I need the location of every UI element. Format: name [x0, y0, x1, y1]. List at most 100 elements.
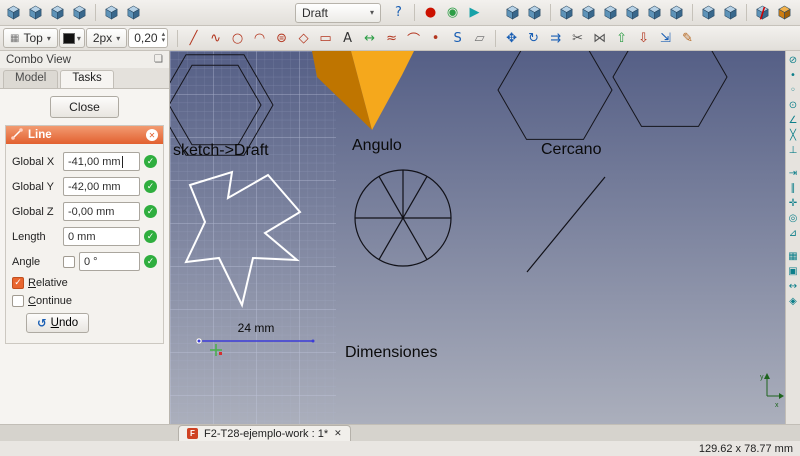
global-x-input[interactable]: -41,00 mm [63, 152, 140, 171]
valid-check-icon: ✓ [144, 155, 157, 168]
view-rotate-right-icon[interactable] [720, 2, 741, 23]
line-width-selector[interactable]: 2px ▾ [85, 28, 128, 48]
length-input[interactable]: 0 mm [63, 227, 140, 246]
global-z-input[interactable]: -0,00 mm [63, 202, 140, 221]
tasks-panel: Close Line ✕ Global X -41,00 mm ✓ Global… [0, 89, 169, 424]
panel-float-icon[interactable]: ❏ [154, 54, 163, 65]
label-dimensiones[interactable]: Dimensiones [345, 344, 437, 361]
view-texture-icon[interactable] [774, 2, 795, 23]
whats-this-icon[interactable]: ? [388, 2, 409, 23]
draft-shapestring-icon[interactable]: S [447, 28, 468, 49]
view-top-icon[interactable] [47, 2, 68, 23]
snap-perpendicular-icon[interactable]: ⊥ [787, 144, 800, 157]
draft-dimension-icon[interactable]: ↔ [359, 28, 380, 49]
label-angulo[interactable]: Angulo [352, 137, 402, 154]
snap-angle-icon[interactable]: ∠ [787, 114, 800, 127]
draft-ellipse-icon[interactable]: ⊜ [271, 28, 292, 49]
angle-input[interactable]: 0 ° [79, 252, 140, 271]
angle-lock-checkbox[interactable] [63, 255, 75, 268]
snap-intersection-icon[interactable]: ╳ [787, 129, 800, 142]
draft-bezier-icon[interactable]: ⌒ [403, 28, 424, 49]
draft-point-icon[interactable]: • [425, 28, 446, 49]
std-view-front-icon[interactable] [556, 2, 577, 23]
snap-parallel-icon[interactable]: ∥ [787, 182, 800, 195]
view-rotate-left-icon[interactable] [698, 2, 719, 23]
draft-facebinder-icon[interactable]: ▱ [469, 28, 490, 49]
draft-rotate-icon[interactable]: ↻ [523, 28, 544, 49]
scale-value: 0,20 [134, 31, 158, 45]
snap-midpoint-icon[interactable]: ◦ [787, 84, 800, 97]
draft-scale-icon[interactable]: ⇲ [655, 28, 676, 49]
snap-ortho-icon[interactable]: ⊿ [787, 227, 800, 240]
undo-button[interactable]: ↺ Undo [26, 313, 90, 333]
snap-working-plane-icon[interactable]: ▣ [787, 265, 800, 278]
view-front-icon[interactable] [69, 2, 90, 23]
global-y-input[interactable]: -42,00 mm [63, 177, 140, 196]
view-right-icon[interactable] [101, 2, 122, 23]
view-axonometric-icon[interactable] [123, 2, 144, 23]
3d-viewport[interactable]: sketch->Draft Angulo Cercano 24 mm Dimen… [170, 51, 785, 424]
workbench-selector[interactable]: Draft ▾ [295, 2, 381, 23]
view-isometric-icon[interactable] [25, 2, 46, 23]
std-view-axonometric-icon[interactable] [524, 2, 545, 23]
snap-near-icon[interactable]: ◎ [787, 212, 800, 225]
draft-upgrade-icon[interactable]: ⇧ [611, 28, 632, 49]
snap-special-icon[interactable]: ✛ [787, 197, 800, 210]
snap-endpoint-icon[interactable]: • [787, 69, 800, 82]
angle-row: Angle 0 ° ✓ [10, 252, 159, 271]
macro-play-icon[interactable]: ▶ [464, 2, 485, 23]
snap-center-icon[interactable]: ⊙ [787, 99, 800, 112]
working-plane-selector[interactable]: ▦ Top ▾ [3, 28, 58, 48]
draft-line-icon[interactable]: ╱ [183, 28, 204, 49]
spin-down-icon[interactable]: ▾ [162, 37, 166, 44]
draft-text-icon[interactable]: A [337, 28, 358, 49]
draft-downgrade-icon[interactable]: ⇩ [633, 28, 654, 49]
draft-arc-icon[interactable]: ◠ [249, 28, 270, 49]
relative-row: ✓ Relative [10, 277, 159, 289]
snap-extension-icon[interactable]: ⇥ [787, 167, 800, 180]
spinner-arrows[interactable]: ▴ ▾ [162, 31, 166, 44]
toolbar-separator [746, 4, 747, 21]
document-tab[interactable]: F F2-T28-ejemplo-work : 1* ✕ [178, 425, 351, 441]
relative-checkbox[interactable]: ✓ [12, 277, 24, 289]
std-view-top-icon[interactable] [578, 2, 599, 23]
std-view-left-icon[interactable] [666, 2, 687, 23]
std-view-fit-icon[interactable] [502, 2, 523, 23]
draft-move-icon[interactable]: ✥ [501, 28, 522, 49]
snap-dimensions-icon[interactable]: ↔ [787, 280, 800, 293]
line-color-picker[interactable]: ▾ [58, 28, 85, 48]
draft-offset-icon[interactable]: ⇉ [545, 28, 566, 49]
continue-checkbox[interactable] [12, 295, 24, 307]
draft-polygon-icon[interactable]: ◇ [293, 28, 314, 49]
draft-bspline-icon[interactable]: ≈ [381, 28, 402, 49]
draft-trim-icon[interactable]: ✂ [567, 28, 588, 49]
macro-record-icon[interactable]: ● [420, 2, 441, 23]
std-view-rear-icon[interactable] [622, 2, 643, 23]
label-sketch-draft[interactable]: sketch->Draft [173, 142, 269, 159]
main-area: Combo View ❏ Model Tasks Close Line ✕ Gl… [0, 51, 800, 424]
std-view-right-icon[interactable] [600, 2, 621, 23]
angle-value: 0 ° [84, 255, 98, 268]
snap-lock-icon[interactable]: ⊘ [787, 54, 800, 67]
scale-spinbox[interactable]: 0,20 ▴ ▾ [128, 28, 169, 48]
draft-rectangle-icon[interactable]: ▭ [315, 28, 336, 49]
global-z-value: -0,00 mm [68, 205, 115, 218]
draft-circle-icon[interactable]: ○ [227, 28, 248, 49]
task-close-icon[interactable]: ✕ [146, 129, 158, 141]
close-task-button[interactable]: Close [50, 96, 119, 118]
view-clipping-icon[interactable]: ∕ [752, 2, 773, 23]
global-x-label: Global X [12, 155, 55, 168]
tab-model[interactable]: Model [3, 70, 59, 88]
draft-join-icon[interactable]: ⋈ [589, 28, 610, 49]
label-cercano[interactable]: Cercano [541, 141, 602, 158]
tab-tasks[interactable]: Tasks [60, 70, 114, 88]
tab-close-icon[interactable]: ✕ [334, 429, 342, 439]
std-view-bottom-icon[interactable] [644, 2, 665, 23]
snap-grid-icon[interactable]: ▦ [787, 250, 800, 263]
draft-edit-icon[interactable]: ✎ [677, 28, 698, 49]
view-fit-icon[interactable] [3, 2, 24, 23]
toggle-grid-icon[interactable]: ◈ [787, 295, 800, 308]
draft-wire-icon[interactable]: ∿ [205, 28, 226, 49]
viewport-canvas[interactable]: sketch->Draft Angulo Cercano 24 mm Dimen… [170, 51, 785, 424]
macro-stop-icon[interactable]: ◉ [442, 2, 463, 23]
